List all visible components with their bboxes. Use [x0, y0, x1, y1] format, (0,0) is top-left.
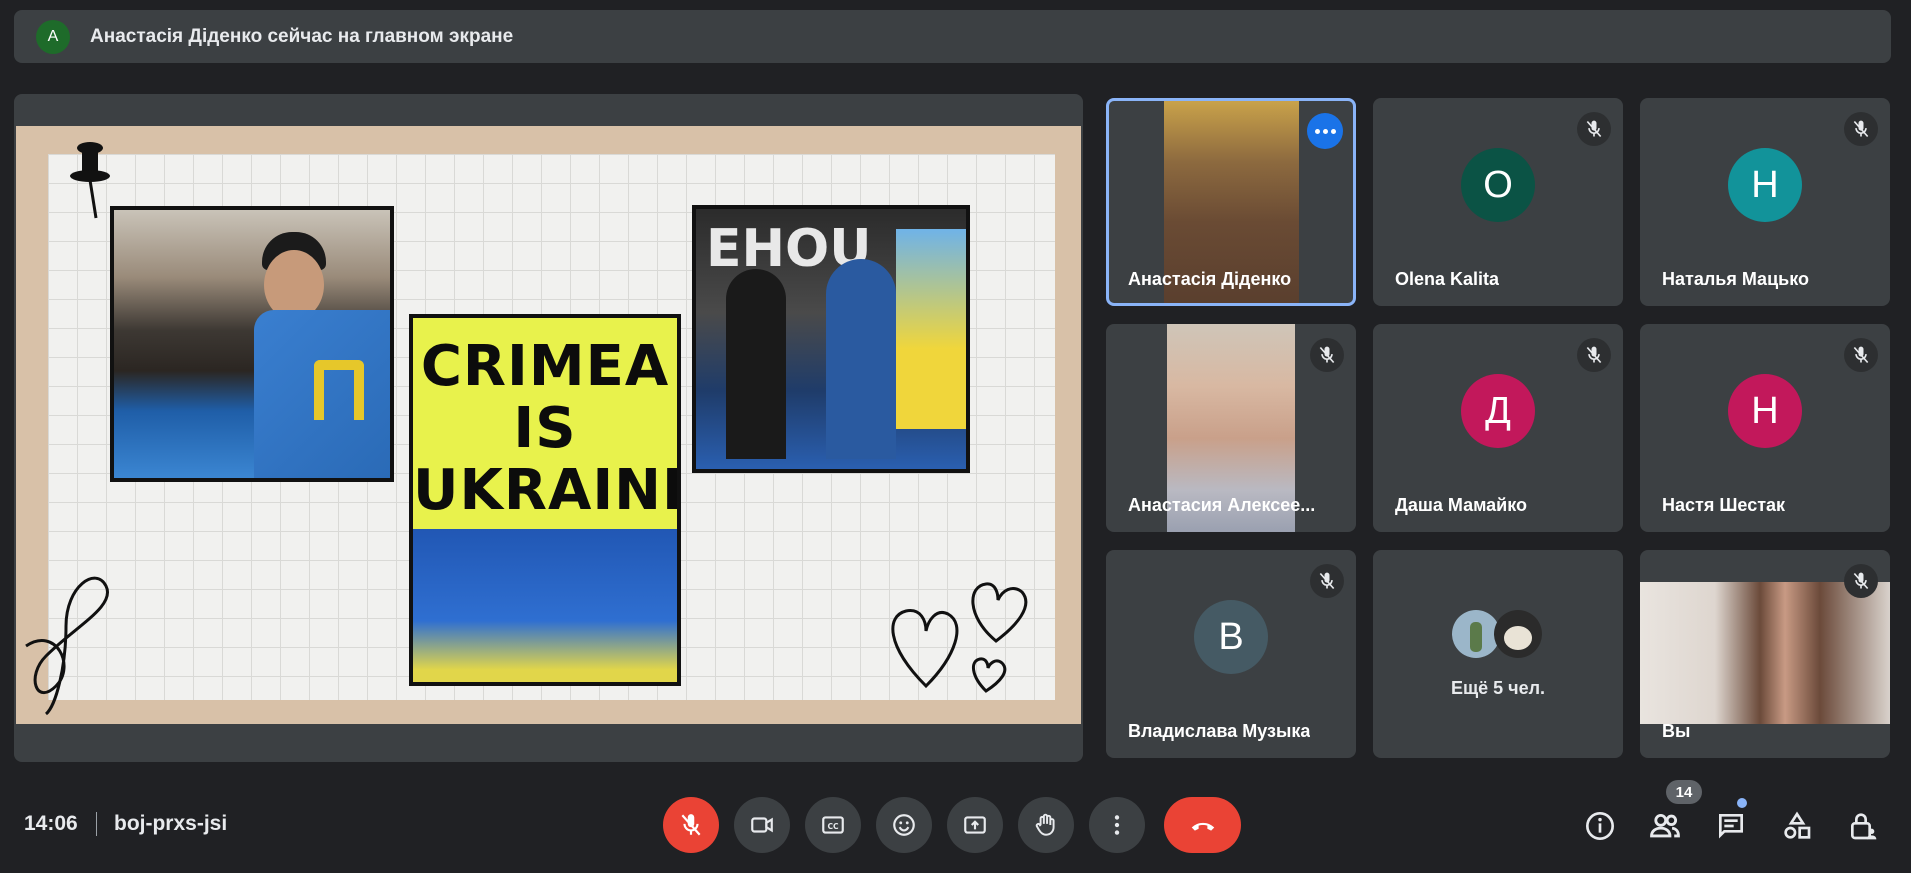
more-participants-avatars	[1452, 610, 1542, 658]
activities-shapes-icon	[1784, 811, 1811, 839]
presenting-message: Анастасія Діденко сейчас на главном экра…	[90, 25, 514, 47]
presenting-banner: A Анастасія Діденко сейчас на главном эк…	[14, 10, 1891, 63]
people-icon	[1650, 813, 1680, 838]
mic-off-icon	[1310, 564, 1344, 598]
participant-tile[interactable]: Н Настя Шестак	[1640, 324, 1890, 532]
slide-photo-crimea-sign: CRIMEA IS UKRAINE	[409, 314, 681, 686]
more-options-button[interactable]	[1089, 797, 1145, 853]
slide-photo-crimean-tatars	[110, 206, 394, 482]
participant-name: Владислава Музыка	[1128, 721, 1311, 741]
more-participants-label: Ещё 5 чел.	[1450, 678, 1546, 698]
participant-name: Вы	[1662, 721, 1691, 741]
leave-call-button[interactable]	[1164, 797, 1241, 853]
mic-off-icon	[1310, 338, 1344, 372]
pushpin-icon	[70, 142, 110, 219]
mic-off-icon	[1844, 564, 1878, 598]
hangup-icon	[1191, 822, 1214, 831]
sign-line-3: UKRAINE	[413, 458, 681, 523]
self-video	[1640, 582, 1890, 724]
participant-avatar: Н	[1728, 148, 1802, 222]
more-participants-tile[interactable]: Ещё 5 чел.	[1373, 550, 1623, 758]
participant-tile[interactable]: Н Наталья Мацько	[1640, 98, 1890, 306]
camera-icon	[751, 817, 773, 833]
doodle-hearts	[891, 582, 1028, 693]
participant-name: Наталья Мацько	[1662, 269, 1809, 289]
participant-tile[interactable]: Анастасия Алексее...	[1106, 324, 1356, 532]
people-button[interactable]	[1645, 806, 1685, 846]
mic-off-icon	[1577, 338, 1611, 372]
camera-toggle-button[interactable]	[734, 797, 790, 853]
sign-line-1: CRIMEA	[420, 334, 670, 399]
doodle-swirl	[25, 576, 110, 716]
meeting-details-button[interactable]	[1580, 806, 1620, 846]
mic-off-icon	[1844, 112, 1878, 146]
more-options-icon[interactable]	[1307, 113, 1343, 149]
lock-person-icon	[1851, 813, 1877, 840]
participant-tile[interactable]: Д Даша Мамайко	[1373, 324, 1623, 532]
host-controls-button[interactable]	[1843, 806, 1883, 846]
participant-name: Анастасия Алексее...	[1128, 495, 1316, 515]
present-screen-icon	[964, 816, 986, 834]
participant-avatar: Д	[1461, 374, 1535, 448]
meeting-time: 14:06	[24, 812, 78, 835]
hand-icon	[1035, 813, 1055, 836]
self-view-tile[interactable]: Вы	[1640, 550, 1890, 758]
info-icon	[1586, 812, 1614, 840]
participant-tile[interactable]: В Владислава Музыка	[1106, 550, 1356, 758]
raise-hand-button[interactable]	[1018, 797, 1074, 853]
participant-name: Анастасія Діденко	[1128, 269, 1292, 289]
participant-name: Настя Шестак	[1662, 495, 1786, 515]
captions-button[interactable]: CC	[805, 797, 861, 853]
mic-toggle-button[interactable]	[663, 797, 719, 853]
reactions-button[interactable]	[876, 797, 932, 853]
participant-tile[interactable]: Анастасія Діденко	[1106, 98, 1356, 306]
more-vert-icon	[1114, 815, 1120, 835]
slide-photo-children: EHOU	[692, 205, 970, 473]
activities-button[interactable]	[1777, 806, 1817, 846]
participant-name: Даша Мамайко	[1395, 495, 1527, 515]
meeting-code[interactable]: boj-prxs-jsi	[114, 812, 227, 836]
mic-off-icon	[1844, 338, 1878, 372]
participant-avatar: O	[1461, 148, 1535, 222]
presentation-stage[interactable]: CRIMEA IS UKRAINE EHOU	[14, 94, 1083, 762]
participant-avatar: В	[1194, 600, 1268, 674]
participant-avatar: Н	[1728, 374, 1802, 448]
chat-button[interactable]	[1711, 806, 1751, 846]
present-screen-button[interactable]	[947, 797, 1003, 853]
mic-off-icon	[681, 814, 701, 836]
mic-off-icon	[1577, 112, 1611, 146]
sign-line-2: IS	[513, 396, 577, 461]
svg-text:CC: CC	[827, 822, 839, 831]
participant-tile[interactable]: O Olena Kalita	[1373, 98, 1623, 306]
chat-icon	[1719, 814, 1743, 839]
participant-count-badge: 14	[1666, 780, 1702, 804]
presenter-avatar: A	[36, 19, 70, 54]
emoji-icon	[893, 814, 915, 836]
chat-notification-dot	[1737, 798, 1747, 808]
presentation-slide: CRIMEA IS UKRAINE EHOU	[16, 126, 1081, 724]
participant-name: Olena Kalita	[1395, 269, 1500, 289]
divider	[96, 812, 97, 836]
captions-icon: CC	[822, 816, 844, 834]
